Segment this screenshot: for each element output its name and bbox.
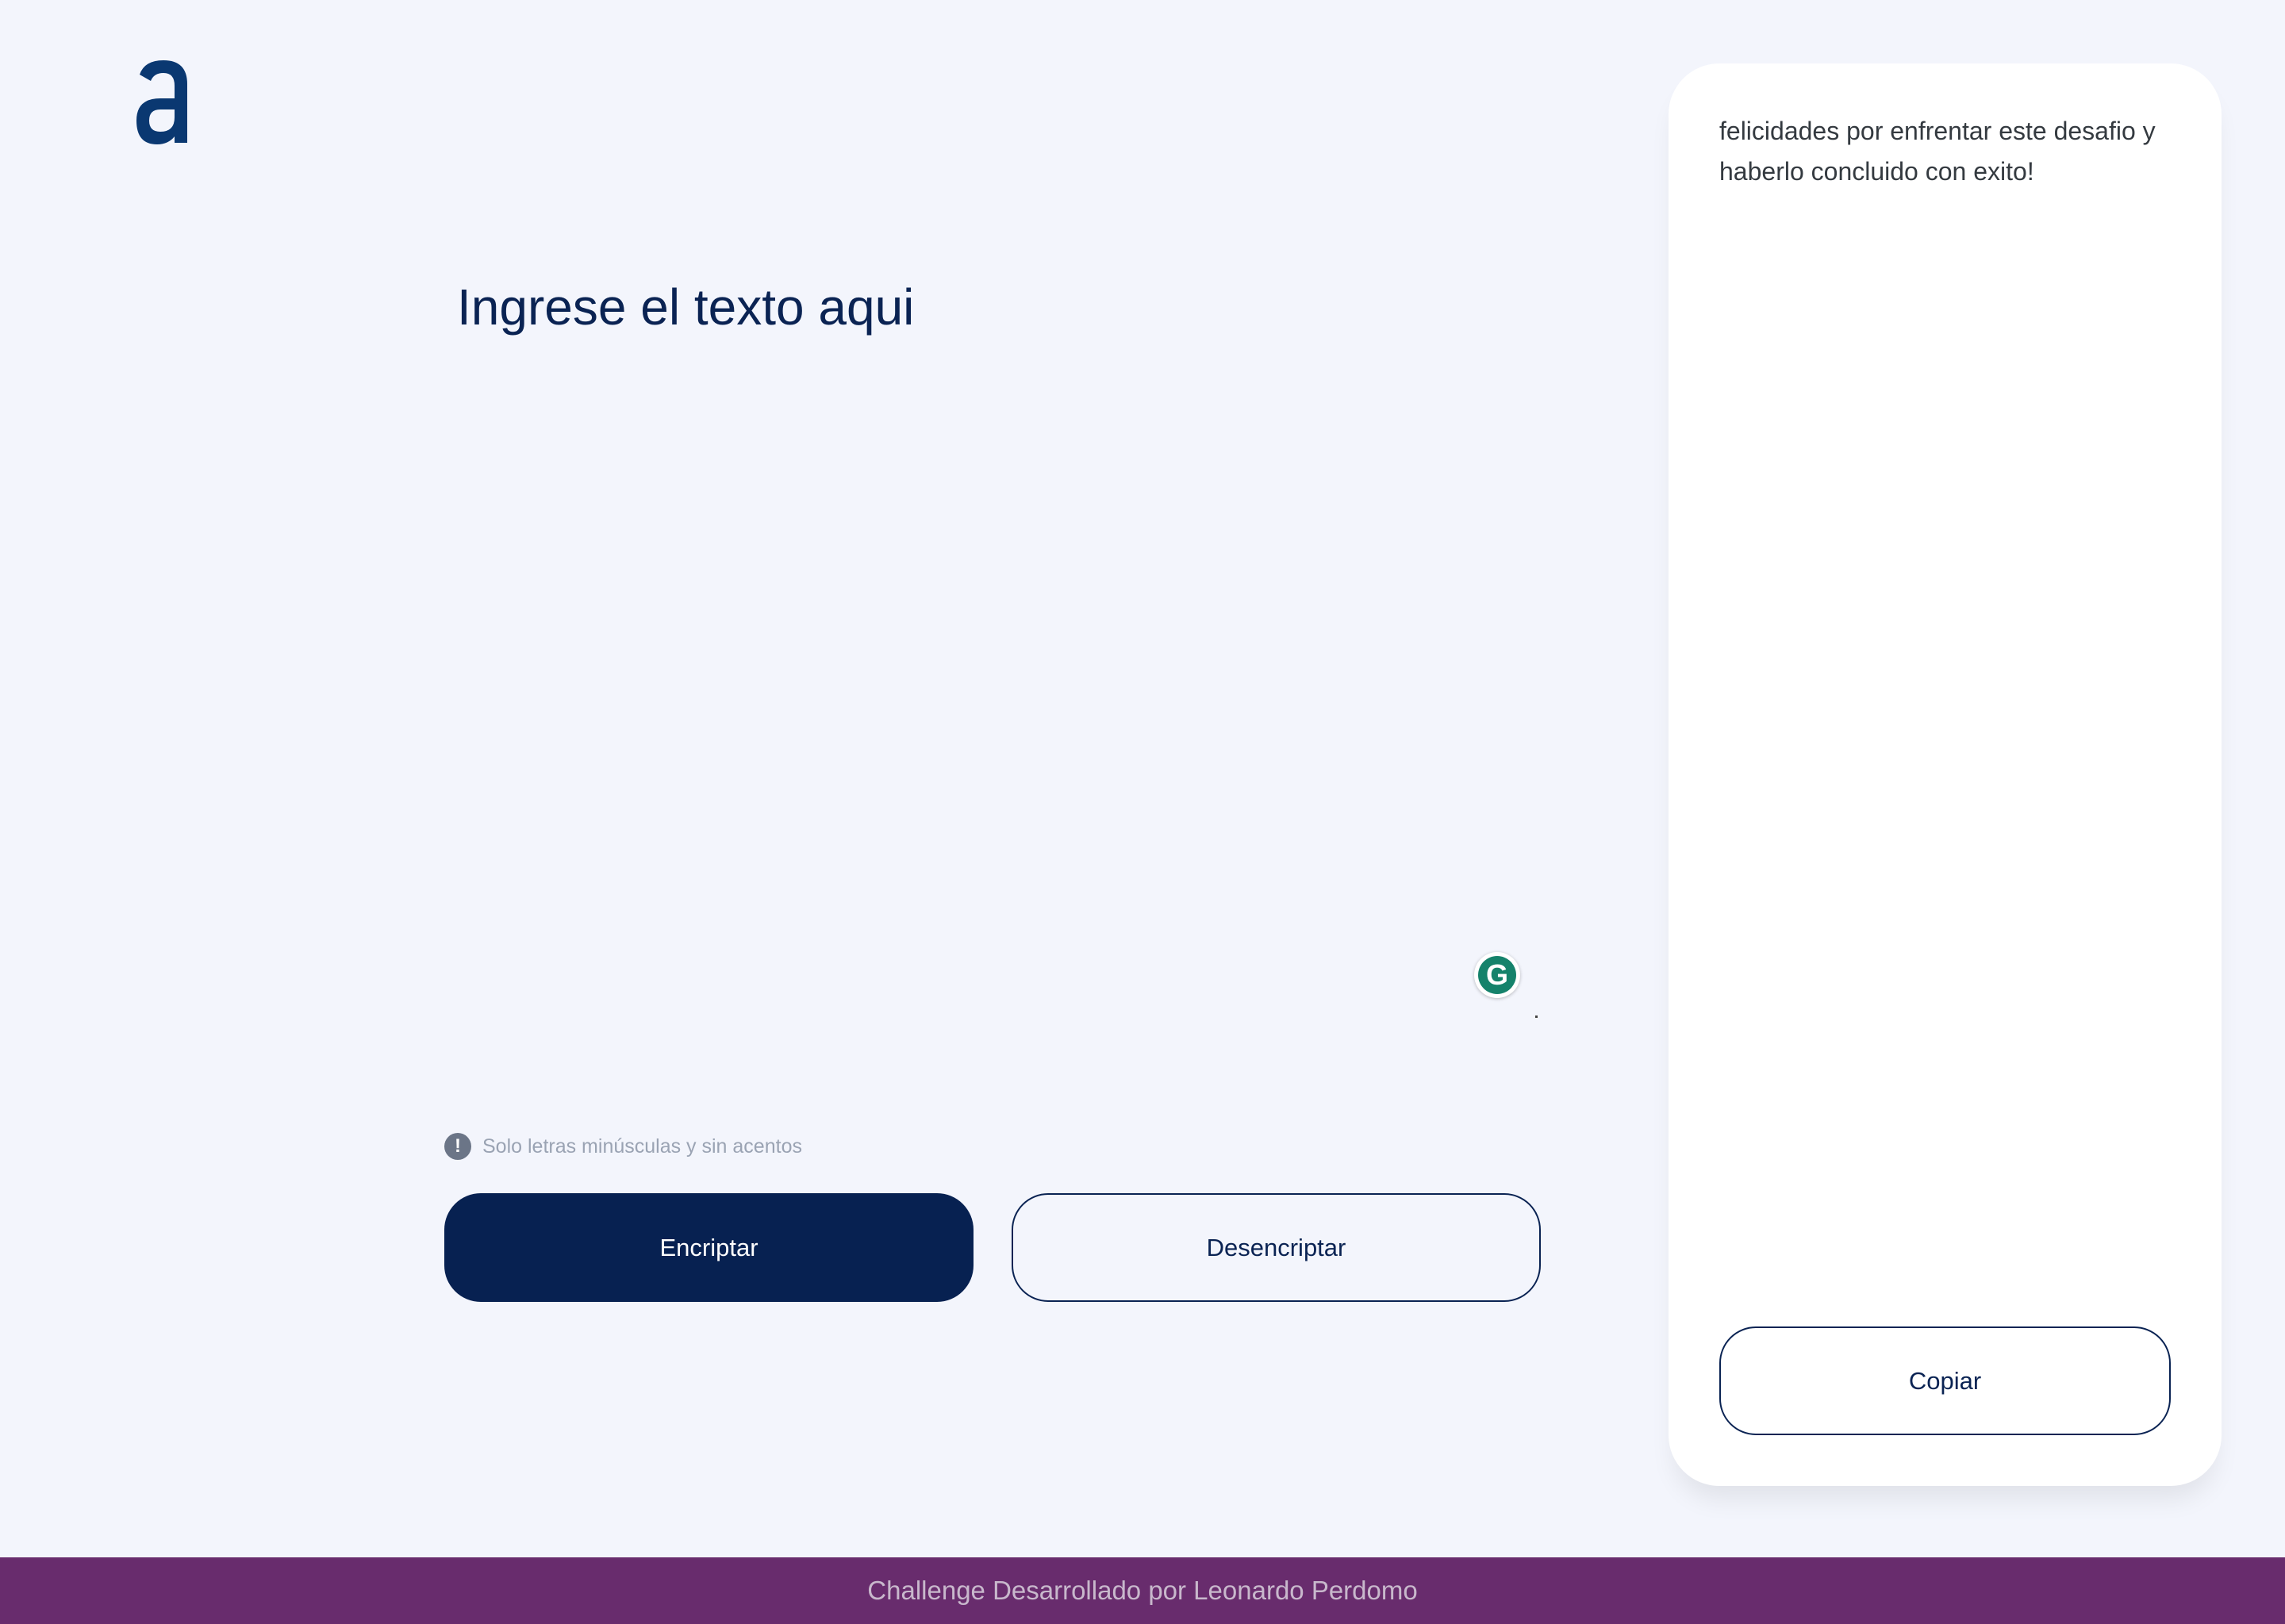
output-panel: felicidades por enfrentar este desafio y… xyxy=(1669,63,2222,1486)
footer: Challenge Desarrollado por Leonardo Perd… xyxy=(0,1557,2285,1624)
input-textarea[interactable] xyxy=(444,262,1555,1023)
copy-button[interactable]: Copiar xyxy=(1719,1326,2171,1435)
info-icon: ! xyxy=(444,1133,471,1160)
output-text: felicidades por enfrentar este desafio y… xyxy=(1719,117,2156,186)
grammarly-glyph: G xyxy=(1478,956,1516,994)
encrypt-button[interactable]: Encriptar xyxy=(444,1193,974,1302)
input-hint: ! Solo letras minúsculas y sin acentos xyxy=(444,1133,802,1160)
decrypt-button[interactable]: Desencriptar xyxy=(1012,1193,1541,1302)
alura-a-logo-icon xyxy=(136,60,187,144)
logo xyxy=(133,57,194,146)
resize-dot xyxy=(1535,1015,1538,1018)
footer-text: Challenge Desarrollado por Leonardo Perd… xyxy=(867,1576,1418,1605)
grammarly-icon[interactable]: G xyxy=(1474,952,1520,998)
text-editor-area: G xyxy=(444,262,1555,1023)
hint-text: Solo letras minúsculas y sin acentos xyxy=(482,1134,802,1158)
